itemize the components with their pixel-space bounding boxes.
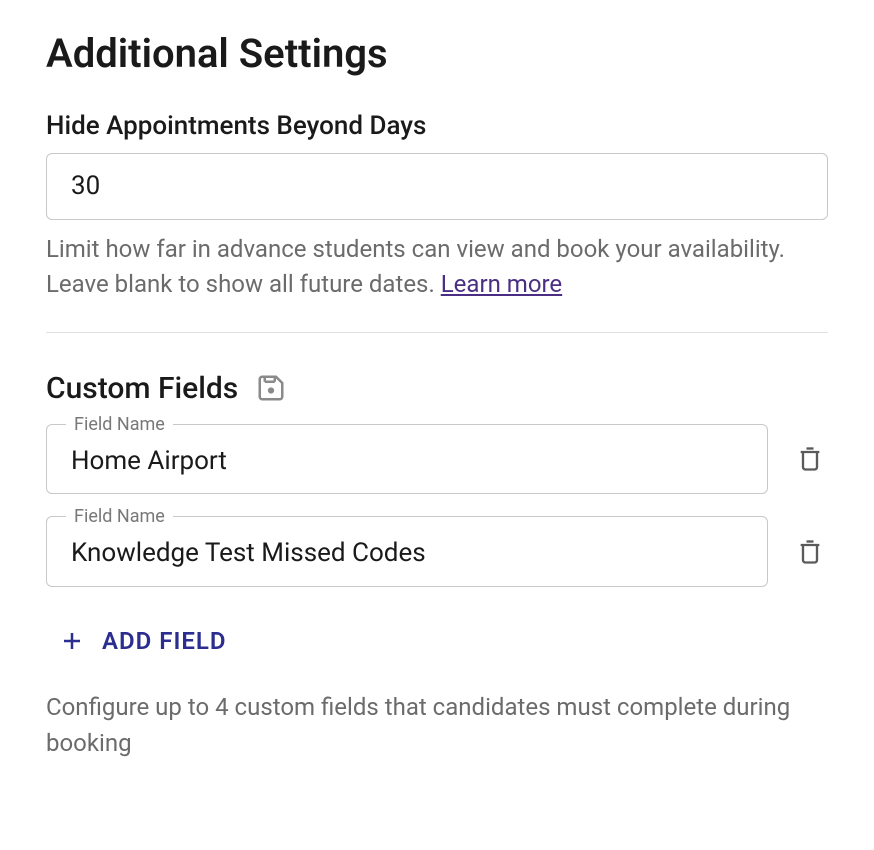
hide-days-label: Hide Appointments Beyond Days (46, 111, 828, 141)
delete-field-button[interactable] (792, 534, 828, 570)
add-field-button[interactable]: ADD FIELD (46, 609, 241, 673)
hide-days-helper-text: Limit how far in advance students can vi… (46, 235, 785, 298)
custom-fields-header: Custom Fields (46, 371, 828, 406)
learn-more-link[interactable]: Learn more (441, 270, 562, 298)
page-title: Additional Settings (46, 30, 828, 77)
add-field-label: ADD FIELD (102, 627, 227, 655)
section-divider (46, 332, 828, 333)
field-name-label: Field Name (66, 506, 173, 527)
field-name-label: Field Name (66, 414, 173, 435)
plus-icon (60, 629, 84, 653)
field-name-wrapper: Field Name (46, 516, 768, 587)
custom-field-row: Field Name (46, 424, 828, 495)
trash-icon (796, 445, 824, 473)
hide-days-helper: Limit how far in advance students can vi… (46, 232, 828, 302)
custom-fields-caption: Configure up to 4 custom fields that can… (46, 689, 828, 761)
trash-icon (796, 538, 824, 566)
custom-fields-title: Custom Fields (46, 371, 238, 406)
save-icon (256, 373, 286, 403)
custom-field-row: Field Name (46, 516, 828, 587)
field-name-wrapper: Field Name (46, 424, 768, 495)
hide-days-input[interactable] (46, 153, 828, 220)
delete-field-button[interactable] (792, 441, 828, 477)
